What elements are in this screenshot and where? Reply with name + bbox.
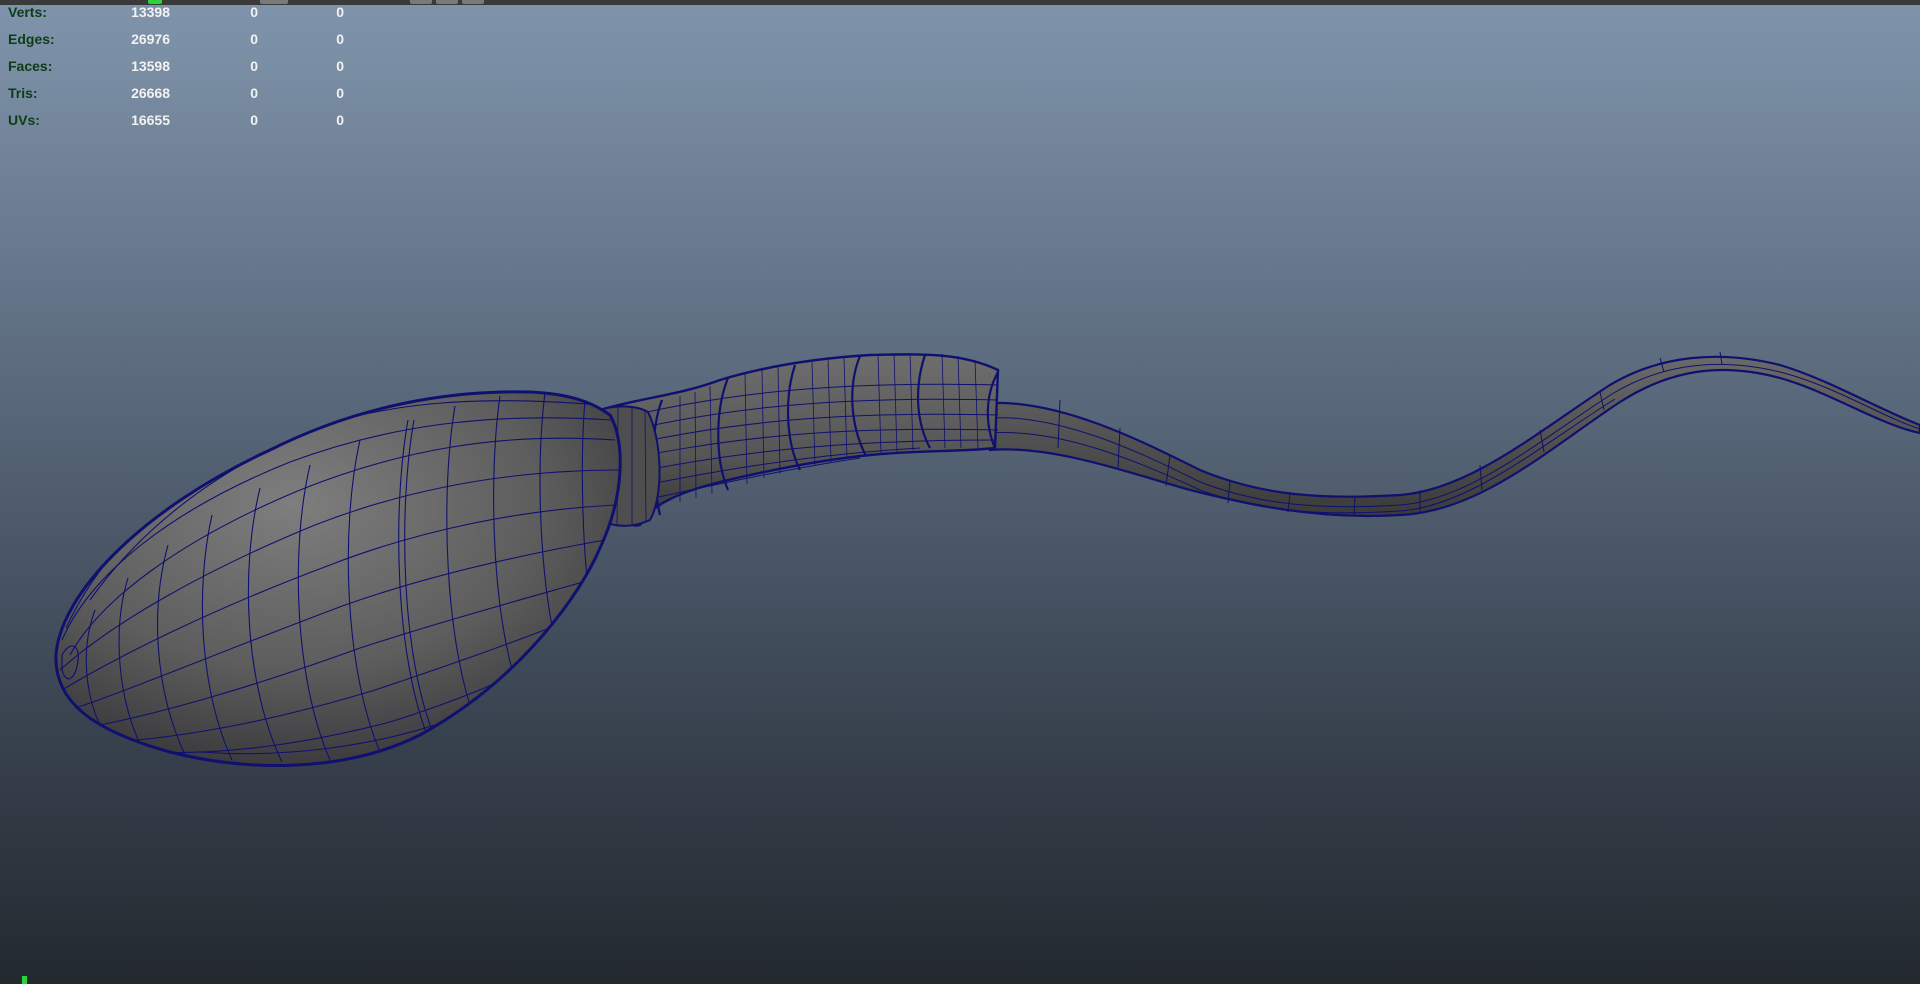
hud-value-uv: 0 (336, 85, 344, 101)
3d-viewport[interactable]: Verts: 13398 0 0 Edges: 26976 0 0 Faces:… (0, 0, 1920, 984)
hud-value-selected: 0 (250, 31, 258, 47)
hud-value-selected: 0 (250, 58, 258, 74)
hud-value-object: 26976 (131, 31, 170, 47)
hud-label: Edges: (8, 31, 55, 47)
hud-value-object: 13598 (131, 58, 170, 74)
hud-value-uv: 0 (336, 4, 344, 20)
poly-count-hud: Verts: 13398 0 0 Edges: 26976 0 0 Faces:… (8, 4, 368, 139)
hud-value-object: 16655 (131, 112, 170, 128)
hud-row-faces: Faces: 13598 0 0 (8, 58, 368, 85)
hud-row-edges: Edges: 26976 0 0 (8, 31, 368, 58)
hud-value-uv: 0 (336, 31, 344, 47)
midpiece (598, 353, 1000, 527)
hud-label: Faces: (8, 58, 53, 74)
sperm-model-wireframe[interactable] (0, 0, 1920, 984)
toolbar-button[interactable] (436, 0, 458, 4)
hud-label: Tris: (8, 85, 38, 101)
hud-value-selected: 0 (250, 112, 258, 128)
hud-row-tris: Tris: 26668 0 0 (8, 85, 368, 112)
hud-value-object: 26668 (131, 85, 170, 101)
hud-row-uvs: UVs: 16655 0 0 (8, 112, 368, 139)
hud-label: UVs: (8, 112, 40, 128)
hud-label: Verts: (8, 4, 47, 20)
toolbar-button[interactable] (462, 0, 484, 4)
hud-row-verts: Verts: 13398 0 0 (8, 4, 368, 31)
hud-value-selected: 0 (250, 85, 258, 101)
toolbar-button[interactable] (410, 0, 432, 4)
hud-value-uv: 0 (336, 112, 344, 128)
hud-value-uv: 0 (336, 58, 344, 74)
hud-value-selected: 0 (250, 4, 258, 20)
tail (988, 351, 1920, 518)
head (54, 390, 622, 767)
axis-icon (22, 976, 27, 984)
hud-value-object: 13398 (131, 4, 170, 20)
